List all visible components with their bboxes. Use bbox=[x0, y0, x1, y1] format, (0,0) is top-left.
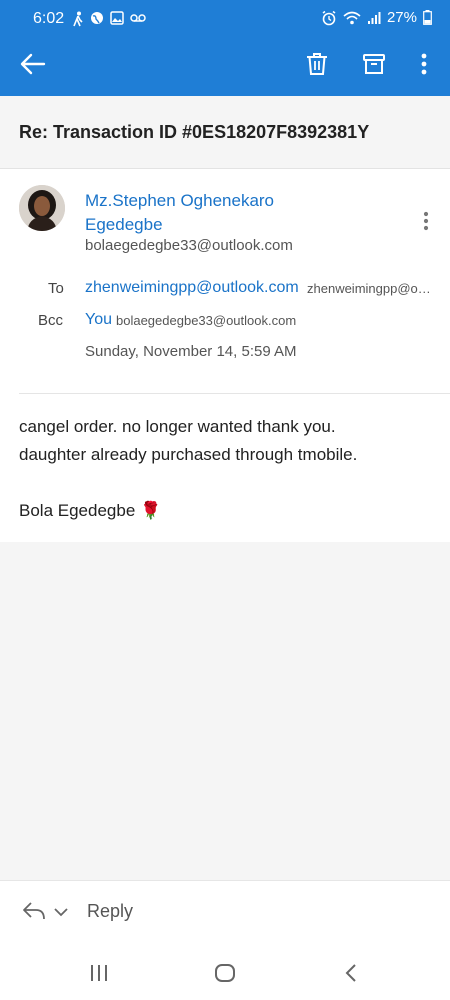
email-subject: Re: Transaction ID #0ES18207F8392381Y bbox=[19, 122, 370, 142]
home-icon[interactable] bbox=[214, 963, 236, 983]
to-address[interactable]: zhenweimingpp@outlook.com bbox=[85, 279, 299, 297]
sender-name-line2: Egedegbe bbox=[85, 215, 163, 234]
sender-email: bolaegedegbe33@outlook.com bbox=[85, 237, 293, 254]
archive-icon bbox=[363, 54, 385, 74]
sender-name[interactable]: Mz.Stephen Oghenekaro Egedegbe bbox=[85, 189, 385, 237]
reply-icon bbox=[23, 902, 45, 920]
status-bar: 6:02 27% bbox=[0, 0, 450, 38]
sender-name-line1: Mz.Stephen Oghenekaro bbox=[85, 191, 275, 210]
bcc-recipient-name[interactable]: You bbox=[85, 311, 112, 329]
wifi-icon bbox=[343, 11, 361, 24]
bcc-address: bolaegedegbe33@outlook.com bbox=[116, 313, 297, 328]
more-options-button[interactable] bbox=[408, 48, 440, 80]
system-nav-bar bbox=[0, 944, 450, 1000]
alarm-icon bbox=[322, 10, 336, 25]
battery-icon bbox=[423, 10, 432, 25]
globe-icon bbox=[91, 12, 103, 24]
status-right-icons: 27% bbox=[321, 9, 432, 26]
body-line-2: daughter already purchased through tmobi… bbox=[19, 445, 358, 464]
arrow-left-icon bbox=[20, 53, 46, 75]
back-nav-icon[interactable] bbox=[344, 963, 358, 983]
email-date: Sunday, November 14, 5:59 AM bbox=[85, 343, 297, 360]
delete-button[interactable] bbox=[301, 48, 333, 80]
reply-button[interactable] bbox=[22, 901, 46, 921]
image-icon bbox=[110, 11, 124, 25]
header-divider bbox=[19, 393, 450, 394]
more-vertical-icon bbox=[423, 211, 429, 231]
status-time: 6:02 bbox=[33, 10, 65, 27]
signal-icon bbox=[367, 11, 381, 24]
reply-label[interactable]: Reply bbox=[87, 901, 133, 922]
back-button[interactable] bbox=[17, 48, 49, 80]
to-address-secondary: zhenweimingpp@outlook.com bbox=[307, 281, 437, 296]
walk-icon bbox=[73, 11, 83, 27]
more-vertical-icon bbox=[421, 53, 427, 75]
recent-apps-icon[interactable] bbox=[89, 964, 109, 982]
chevron-down-icon bbox=[54, 908, 68, 917]
reply-options-button[interactable] bbox=[54, 905, 68, 917]
voicemail-icon bbox=[130, 14, 146, 22]
sender-avatar[interactable] bbox=[19, 185, 65, 231]
battery-text: 27% bbox=[386, 9, 417, 26]
trash-icon bbox=[307, 53, 327, 75]
message-more-button[interactable] bbox=[418, 208, 434, 236]
status-left-icons bbox=[72, 11, 146, 27]
body-line-1: cangel order. no longer wanted thank you… bbox=[19, 417, 336, 436]
to-label: To bbox=[48, 280, 64, 297]
signature: Bola Egedegbe 🌹 bbox=[19, 501, 162, 520]
avatar-image bbox=[19, 185, 65, 231]
archive-button[interactable] bbox=[358, 48, 390, 80]
bcc-label: Bcc bbox=[38, 312, 64, 329]
